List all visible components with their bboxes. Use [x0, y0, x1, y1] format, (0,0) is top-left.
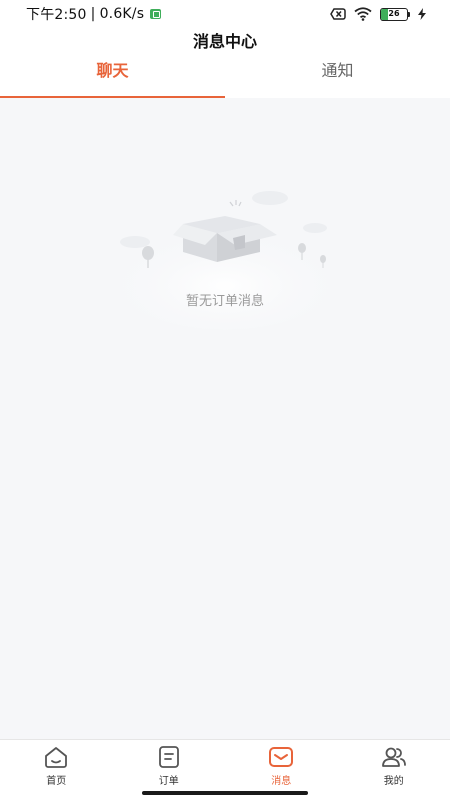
status-time: 下午2:50: [26, 7, 87, 23]
order-icon: [158, 746, 179, 768]
nav-item-home[interactable]: 首页: [0, 740, 113, 800]
status-bar: 下午2:50 | 0.6K/s 26: [0, 0, 450, 28]
tab-bar: 聊天 通知: [0, 56, 450, 98]
charging-icon: [418, 8, 426, 20]
empty-state-text: 暂无订单消息: [185, 294, 264, 309]
header: 消息中心: [0, 28, 450, 56]
status-separator: |: [90, 6, 96, 22]
battery-group: 26: [380, 7, 410, 21]
nav-label-home: 首页: [46, 776, 67, 787]
profile-icon: [381, 747, 406, 767]
screen: 下午2:50 | 0.6K/s 26 消息中心 聊天 通知 暂无订单消息 首页 …: [0, 0, 450, 800]
nav-label-messages: 消息: [271, 776, 292, 787]
battery-level: 26: [388, 8, 400, 18]
tab-chat[interactable]: 聊天: [0, 56, 225, 98]
message-icon: [269, 747, 294, 767]
home-icon: [45, 747, 68, 768]
status-right: 26: [330, 7, 426, 21]
nav-label-profile: 我的: [383, 776, 404, 787]
tab-notifications[interactable]: 通知: [225, 56, 450, 98]
wifi-icon: [354, 7, 372, 21]
home-indicator[interactable]: [142, 791, 308, 795]
no-sim-icon: [330, 8, 346, 20]
network-speed: 0.6K/s: [99, 6, 145, 22]
notification-icon: [150, 9, 162, 19]
nav-item-profile[interactable]: 我的: [338, 740, 450, 800]
nav-label-orders: 订单: [158, 776, 179, 787]
page-title: 消息中心: [192, 32, 257, 51]
status-left: 下午2:50 | 0.6K/s: [26, 4, 162, 24]
battery-icon: 26: [380, 7, 408, 21]
